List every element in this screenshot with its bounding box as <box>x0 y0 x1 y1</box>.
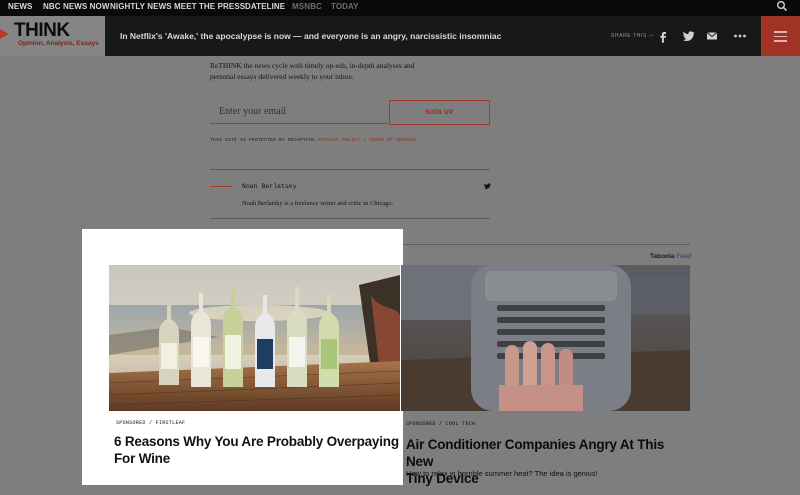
nav-msnbc[interactable]: MSNBC <box>292 2 322 11</box>
sponsor-source[interactable]: COOL TECH <box>446 421 476 427</box>
recaptcha-text: THIS SITE IS PROTECTED BY RECAPTCHA <box>210 138 316 143</box>
author-bio: Noah Berlatsky is a freelance writer and… <box>242 200 394 207</box>
twitter-icon[interactable] <box>483 182 491 190</box>
author-accent-line <box>210 186 232 187</box>
more-icon[interactable] <box>733 29 747 43</box>
nav-nbc-news-now[interactable]: NBC NEWS NOW <box>43 2 110 11</box>
article-headline: In Netflix's 'Awake,' the apocalypse is … <box>120 31 502 41</box>
twitter-icon[interactable] <box>681 29 695 43</box>
wine-bottles-image[interactable] <box>109 265 400 411</box>
air-cooler-image[interactable] <box>401 265 690 411</box>
meta-separator: / <box>439 421 443 427</box>
hand <box>499 341 583 411</box>
nav-meet-the-press[interactable]: MEET THE PRESS <box>174 2 245 11</box>
email-field[interactable] <box>210 100 388 124</box>
header-bar: THINK Opinion, Analysis, Essays In Netfl… <box>0 16 800 56</box>
share-label: SHARE THIS — <box>611 33 655 39</box>
link-separator: | <box>363 138 367 143</box>
taboola-brand: Taboola <box>650 253 675 260</box>
nav-dateline[interactable]: DATELINE <box>245 2 285 11</box>
menu-icon-line <box>774 40 787 42</box>
card-title-line: Air Conditioner Companies Angry At This … <box>406 437 665 469</box>
card-description: How to relax in horrible summer heat? Th… <box>406 469 598 478</box>
nav-nightly-news[interactable]: NIGHTLY NEWS <box>110 2 172 11</box>
logo-triangle <box>0 29 9 39</box>
taboola-feed-label[interactable]: Taboola Feed <box>650 253 691 260</box>
menu-button[interactable] <box>761 16 800 56</box>
card-title-line: For Wine <box>114 451 171 466</box>
recaptcha-notice: THIS SITE IS PROTECTED BY RECAPTCHA PRIV… <box>210 138 417 143</box>
card-sponsor-label: SPONSORED / FIRSTLEAF <box>116 420 185 426</box>
sign-up-button[interactable]: SIGN UP <box>389 100 490 125</box>
taboola-feed-text: Feed <box>676 253 692 260</box>
nav-today[interactable]: TODAY <box>331 2 359 11</box>
card-title[interactable]: Air Conditioner Companies Angry At This … <box>406 436 690 487</box>
wine-scene-illustration <box>109 265 400 411</box>
menu-icon <box>774 31 787 33</box>
logo-subtitle: Opinion, Analysis, Essays <box>18 40 99 47</box>
sponsor-source[interactable]: FIRSTLEAF <box>156 420 186 426</box>
menu-icon-line <box>774 35 787 37</box>
sponsored-text: SPONSORED <box>116 420 146 426</box>
think-logo[interactable]: THINK Opinion, Analysis, Essays <box>0 16 105 56</box>
sponsored-text: SPONSORED <box>406 421 436 427</box>
top-nav: NEWS NBC NEWS NOW NIGHTLY NEWS MEET THE … <box>0 0 800 16</box>
author-bottom-divider <box>210 218 490 219</box>
author-top-divider <box>210 169 490 170</box>
search-icon[interactable] <box>776 0 788 12</box>
logo-text: THINK <box>14 20 70 41</box>
air-cooler-illustration <box>401 265 690 411</box>
privacy-policy-link[interactable]: PRIVACY POLICY <box>318 138 360 143</box>
newsletter-description: ReTHINK the news cycle with timely op-ed… <box>210 61 415 81</box>
card-title-line: 6 Reasons Why You Are Probably Overpayin… <box>114 434 399 449</box>
facebook-icon[interactable] <box>656 29 670 43</box>
card-title[interactable]: 6 Reasons Why You Are Probably Overpayin… <box>114 433 400 467</box>
email-icon[interactable] <box>705 29 719 43</box>
terms-of-service-link[interactable]: TERMS OF SERVICE <box>369 138 417 143</box>
card-sponsor-label: SPONSORED / COOL TECH <box>406 421 475 427</box>
author-name[interactable]: Noah Berlatsky <box>242 183 297 190</box>
nav-news[interactable]: NEWS <box>8 2 32 11</box>
meta-separator: / <box>149 420 153 426</box>
